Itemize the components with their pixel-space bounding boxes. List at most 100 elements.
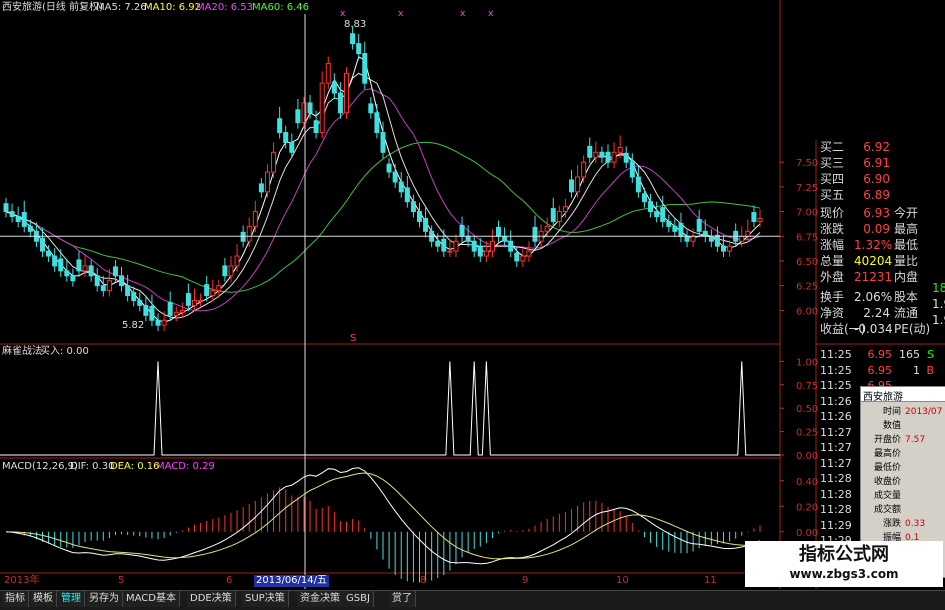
popup-row: 收盘价 [861,477,945,488]
quote-row: 收益(一)-0.034PE(动) [820,322,930,336]
candle-body [155,319,161,326]
bottom-tab[interactable]: 指标 [2,591,29,607]
macd-title: MACD(12,26,9) [2,461,78,472]
ma60-label: MA60: 6.46 [252,2,310,13]
candle-body [21,212,27,227]
candle-body [508,240,514,252]
candle-body [502,235,508,242]
candle-body [398,181,404,193]
quote-row: 买四 6.90 [820,172,894,186]
quote-row: 总量 40204 量比 [820,254,918,268]
popup-row: 成交量 [861,491,945,502]
quote-label: 总量 [820,254,845,268]
candle-body [453,240,459,252]
quote-row: 净资 2.24 流通 [820,306,918,320]
popup-row: 开盘价 7.57 [861,435,945,446]
ind-y-tick-label: 0.25 [796,428,818,439]
candle-body [599,151,605,158]
candle-body [222,265,228,277]
price-y-tick-label: 7.50 [796,158,818,169]
candle-body [489,240,495,252]
macd-y-tick-label: 0.40 [796,477,818,488]
quote-value: -0.034 [854,322,893,336]
candle-body [137,299,143,306]
candle-body [192,299,197,306]
x-tick-9: 9 [522,575,529,586]
candle-body [356,43,362,55]
candle-body [350,33,356,45]
quote-row: 买二 6.92 [820,140,894,154]
candle-body [131,292,137,301]
popup-key: 涨跌 [882,519,901,529]
tick-volume: 165 [899,348,920,361]
bottom-tab[interactable]: 管理 [58,591,85,607]
candle-body [198,299,204,302]
tick-time: 11:26 [820,394,852,408]
candle-body [696,218,702,232]
quote-label: 净资 [820,306,845,320]
quote-value: 40204 [854,254,893,268]
quote-label: 涨跌 [820,222,845,236]
candle-body [581,161,587,178]
chart-title: 西安旅游(日线 前复权) [2,2,103,13]
candle-body [684,235,690,242]
candle-body [727,245,733,252]
crosshair-date: 2013/06/14/五 [254,575,330,587]
bottom-tab[interactable]: GSBJ [343,591,374,607]
candle-body [52,255,58,267]
candle-body [3,203,9,213]
candle-body [319,82,325,134]
candle-body [204,284,210,297]
bottom-tab[interactable]: 赏了 [389,591,416,607]
candle-body [283,132,289,143]
indicator1-buy: 买入: 0.00 [40,346,89,357]
candle-body [465,235,471,242]
tick-time: 11:27 [820,425,852,439]
price-y-tick-label: 6.50 [796,257,818,268]
candle-body [362,53,368,84]
bottom-tab[interactable]: 资金决策 [297,591,344,607]
candle-body [678,222,684,237]
bottom-tab[interactable]: 模板 [30,591,57,607]
ind-y-tick-label: 0.50 [796,404,818,415]
bottom-tab[interactable]: MACD基本 [123,591,180,607]
candle-body [556,211,562,222]
candle-body [404,187,410,203]
top-marker: x [340,9,346,19]
top-marker: x [460,9,466,19]
high-annotation: 8.83 [344,19,367,30]
bottom-tab[interactable]: 另存为 [86,591,123,607]
chart-canvas: 7.50 7.25 7.00 6.75 6.50 6.25 6.00 x x x x 1.00 0.75… [0,0,945,589]
tick-row: 11:25 6.95 1 B [820,364,934,377]
candle-body [76,259,82,272]
candle-body [88,265,94,277]
popup-value: 2013/07 [905,407,943,417]
tick-price: 6.95 [867,348,893,361]
candle-body [70,275,76,282]
candle-body [611,151,617,163]
tick-time: 11:25 [820,363,852,377]
top-marker: x [398,9,404,19]
x-tick-5: 5 [118,575,125,586]
candle-body [46,250,52,257]
macd-dea: DEA: 0.16 [110,461,160,472]
candle-body [532,226,538,242]
cap1-value: 1.9 [932,297,945,311]
candle-body [368,103,374,114]
candle-body [307,102,313,114]
bottom-tab[interactable]: DDE决策 [187,591,236,607]
popup-title: 西安旅游 [861,387,945,403]
cap2-value: 1.9 [932,313,945,327]
price-y-tick-label: 6.75 [796,232,818,243]
quote-tail: 量比 [894,254,919,268]
candle-body [617,146,623,153]
tick-side: B [926,363,934,377]
candle-body [173,311,179,316]
candle-body [106,280,112,292]
quote-row: 涨跌 0.09 最高 [820,222,918,236]
price-y-tick-label: 6.00 [796,306,818,317]
bottom-tab[interactable]: SUP决策 [242,591,289,607]
quote-value: 21231 [854,270,893,284]
quote-row: 换手 2.06% 股本 [820,290,918,304]
popup-value: 7.57 [905,435,926,445]
